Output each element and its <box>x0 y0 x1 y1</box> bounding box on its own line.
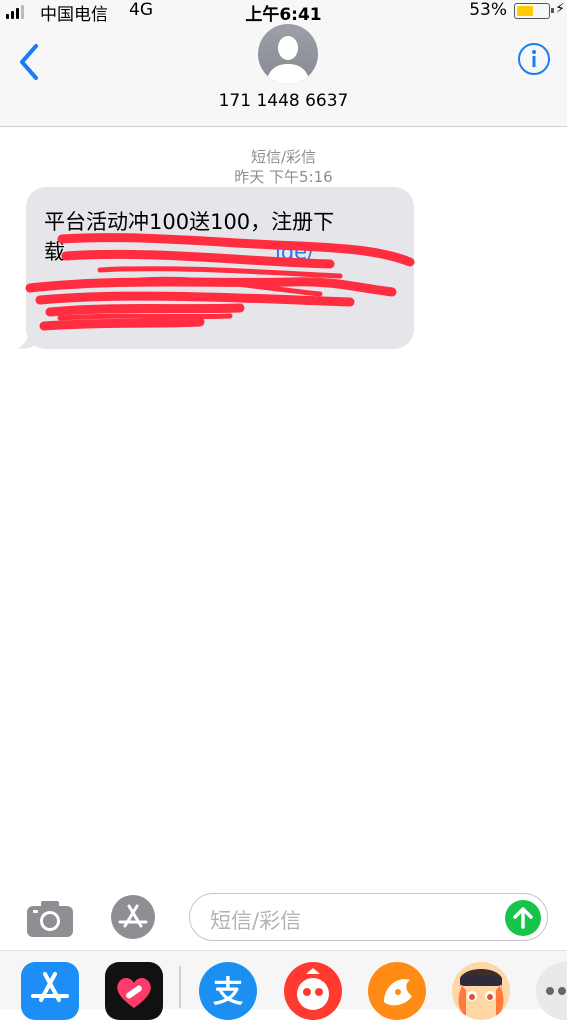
anime-girl-icon[interactable] <box>452 962 510 1020</box>
redaction-scribble <box>25 233 415 331</box>
drawer-divider <box>179 966 181 1008</box>
anime-girl-glyph <box>458 969 504 1016</box>
camera-icon[interactable] <box>25 899 75 939</box>
svg-text:支: 支 <box>213 975 243 1010</box>
heart-glyph <box>117 977 151 1008</box>
uc-squirrel-glyph <box>384 979 412 1006</box>
alipay-icon[interactable]: 支 <box>199 962 257 1020</box>
message-input[interactable]: 短信/彩信 <box>189 893 548 941</box>
uc-browser-icon[interactable] <box>368 962 426 1020</box>
send-button[interactable] <box>505 900 541 936</box>
message-input-placeholder: 短信/彩信 <box>210 909 302 933</box>
alipay-glyph: 支 <box>213 975 243 1010</box>
app-store-icon[interactable] <box>21 962 79 1020</box>
up-arrow-icon <box>513 907 533 929</box>
app-store-glyph <box>31 972 69 1002</box>
apps-button-icon[interactable] <box>107 894 159 940</box>
red-mascot-glyph <box>297 968 329 1010</box>
weibo-like-icon[interactable] <box>284 962 342 1020</box>
heart-app-icon[interactable] <box>105 962 163 1020</box>
